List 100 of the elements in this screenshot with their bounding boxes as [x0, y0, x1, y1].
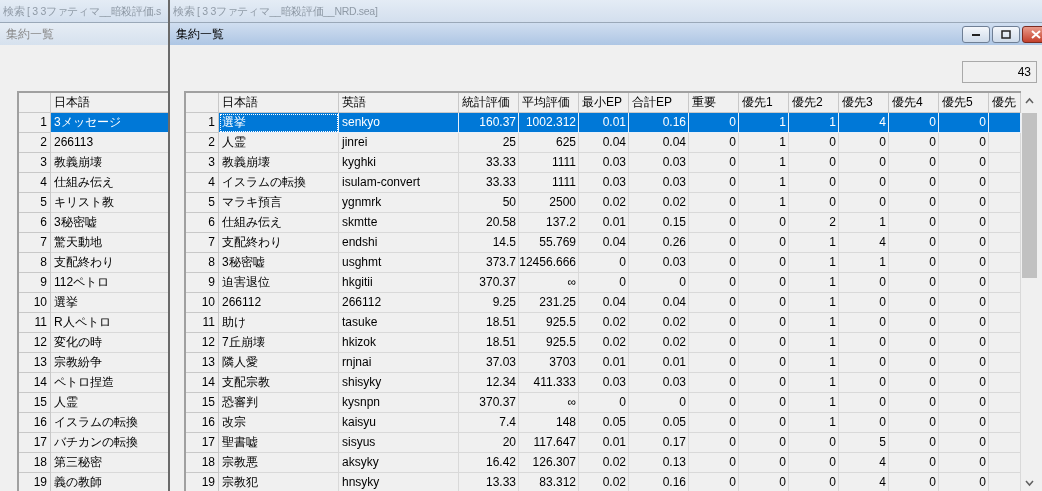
- table-row[interactable]: 16 改宗 kaisyu 7.4 148 0.05 0.05 0 0 1 0 0 0: [186, 413, 1021, 433]
- row-number: 18: [19, 453, 51, 473]
- row-number: 3: [19, 153, 51, 173]
- table-cell: 0.03: [579, 153, 629, 173]
- table-cell: 12456.666: [519, 253, 579, 273]
- count-field[interactable]: 43: [962, 61, 1037, 83]
- table-cell: 0: [789, 153, 839, 173]
- table-cell: 0: [789, 473, 839, 491]
- table-row[interactable]: 8 3秘密嘘 usghmt 373.7 12456.666 0 0.03 0 0 1 1 0 0: [186, 253, 1021, 273]
- table-row[interactable]: 3 教義崩壊 kyghki 33.33 1111 0.03 0.03 0 1 0 0 0 0: [186, 153, 1021, 173]
- column-header[interactable]: 日本語: [219, 93, 339, 113]
- table-row[interactable]: 11 R人ペトロ: [19, 313, 168, 333]
- column-header[interactable]: 優先: [989, 93, 1021, 113]
- column-header[interactable]: 優先3: [839, 93, 889, 113]
- table-cell: 0: [689, 113, 739, 133]
- window-title: 検索 [ 3 3ファティマ__暗殺評価__NRD.sea]: [170, 0, 1042, 23]
- table-cell: 0: [939, 133, 989, 153]
- table-cell: 宗教悪: [219, 453, 339, 473]
- table-row[interactable]: 4 イスラムの転換 isulam-convert 33.33 1111 0.03 0.03 0 1 0 0 0 0: [186, 173, 1021, 193]
- table-cell: 1111: [519, 173, 579, 193]
- table-row[interactable]: 14 支配宗教 shisyky 12.34 411.333 0.03 0.03 0 0 1 0 0 0: [186, 373, 1021, 393]
- table-row[interactable]: 14 ペトロ捏造: [19, 373, 168, 393]
- column-header[interactable]: 優先4: [889, 93, 939, 113]
- row-number: 10: [186, 293, 219, 313]
- table-cell: tasuke: [339, 313, 459, 333]
- column-header[interactable]: 優先5: [939, 93, 989, 113]
- table-row[interactable]: 1 3メッセージ: [19, 113, 168, 133]
- table-cell: 0: [689, 153, 739, 173]
- table-cell: 4: [839, 453, 889, 473]
- column-header[interactable]: 最小EP: [579, 93, 629, 113]
- table-row[interactable]: 12 7丘崩壊 hkizok 18.51 925.5 0.02 0.02 0 0 1 0 0 0: [186, 333, 1021, 353]
- table-cell: 16.42: [459, 453, 519, 473]
- table-cell: 教義崩壊: [219, 153, 339, 173]
- column-header[interactable]: 合計EP: [629, 93, 689, 113]
- table-row[interactable]: 2 人霊 jinrei 25 625 0.04 0.04 0 1 0 0 0 0: [186, 133, 1021, 153]
- row-number: 14: [19, 373, 51, 393]
- table-row[interactable]: 5 マラキ預言 ygnmrk 50 2500 0.02 0.02 0 1 0 0 0 0: [186, 193, 1021, 213]
- table-cell: 0: [739, 313, 789, 333]
- column-header[interactable]: 重要: [689, 93, 739, 113]
- column-header[interactable]: 統計評価: [459, 93, 519, 113]
- table-row[interactable]: 6 3秘密嘘: [19, 213, 168, 233]
- column-header[interactable]: 日本語: [51, 93, 168, 113]
- table-cell: 0.26: [629, 233, 689, 253]
- minimize-button[interactable]: [962, 25, 990, 43]
- table-cell: 0.05: [579, 413, 629, 433]
- table-cell: 0.03: [629, 373, 689, 393]
- close-icon: [1031, 29, 1041, 39]
- table-cell: 1: [789, 353, 839, 373]
- table-cell: sisyus: [339, 433, 459, 453]
- table-row[interactable]: 18 宗教悪 aksyky 16.42 126.307 0.02 0.13 0 0 0 4 0 0: [186, 453, 1021, 473]
- table-row[interactable]: 9 112ペトロ: [19, 273, 168, 293]
- table-cell: 0: [739, 233, 789, 253]
- table-row[interactable]: 13 隣人愛 rnjnai 37.03 3703 0.01 0.01 0 0 1 0 0 0: [186, 353, 1021, 373]
- table-row[interactable]: 5 キリスト教: [19, 193, 168, 213]
- table-row[interactable]: 17 バチカンの転換: [19, 433, 168, 453]
- table-row[interactable]: 4 仕組み伝え: [19, 173, 168, 193]
- table-row[interactable]: 1 選挙 senkyo 160.37 1002.312 0.01 0.16 0 1 1 4 0 0: [186, 113, 1021, 133]
- table-row[interactable]: 7 驚天動地: [19, 233, 168, 253]
- table-cell: 0.01: [579, 353, 629, 373]
- table-cell: 0: [839, 393, 889, 413]
- table-cell: 0.02: [579, 473, 629, 491]
- table-cell: 1: [739, 153, 789, 173]
- table-row[interactable]: 11 助け tasuke 18.51 925.5 0.02 0.02 0 0 1 0 0 0: [186, 313, 1021, 333]
- table-row[interactable]: 18 第三秘密: [19, 453, 168, 473]
- table-row[interactable]: 16 イスラムの転換: [19, 413, 168, 433]
- column-header[interactable]: 優先2: [789, 93, 839, 113]
- table-cell: 0.15: [629, 213, 689, 233]
- table-row[interactable]: 12 変化の時: [19, 333, 168, 353]
- column-header[interactable]: 平均評価: [519, 93, 579, 113]
- table-row[interactable]: 3 教義崩壊: [19, 153, 168, 173]
- table-row[interactable]: 10 選挙: [19, 293, 168, 313]
- table-cell: 0: [839, 133, 889, 153]
- row-number: 16: [19, 413, 51, 433]
- column-header[interactable]: 優先1: [739, 93, 789, 113]
- table-cell: 137.2: [519, 213, 579, 233]
- row-number: 2: [19, 133, 51, 153]
- table-row[interactable]: 15 恐審判 kysnpn 370.37 ∞ 0 0 0 0 1 0 0 0: [186, 393, 1021, 413]
- maximize-button[interactable]: [992, 25, 1020, 43]
- table-row[interactable]: 19 宗教犯 hnsyky 13.33 83.312 0.02 0.16 0 0 0 4 0 0: [186, 473, 1021, 491]
- table-row[interactable]: 10 266112 266112 9.25 231.25 0.04 0.04 0 0 1 0 0 0: [186, 293, 1021, 313]
- table-row[interactable]: 8 支配終わり: [19, 253, 168, 273]
- close-button[interactable]: [1022, 25, 1042, 43]
- column-header[interactable]: 英語: [339, 93, 459, 113]
- table-cell: 0: [689, 433, 739, 453]
- table-cell: 1: [739, 133, 789, 153]
- table-row[interactable]: 9 迫害退位 hkgitii 370.37 ∞ 0 0 0 0 1 0 0 0: [186, 273, 1021, 293]
- table-cell: 411.333: [519, 373, 579, 393]
- table-row[interactable]: 17 聖書嘘 sisyus 20 117.647 0.01 0.17 0 0 0 5 0 0: [186, 433, 1021, 453]
- table-row[interactable]: 7 支配終わり endshi 14.5 55.769 0.04 0.26 0 0 1 4 0 0: [186, 233, 1021, 253]
- table-cell: kysnpn: [339, 393, 459, 413]
- table-cell: 支配終わり: [51, 253, 168, 273]
- table-row[interactable]: 15 人霊: [19, 393, 168, 413]
- table-row[interactable]: 13 宗教紛争: [19, 353, 168, 373]
- minimize-icon: [971, 31, 981, 37]
- table-row[interactable]: 2 266113: [19, 133, 168, 153]
- table-row[interactable]: 19 義の教師: [19, 473, 168, 491]
- table-row[interactable]: 6 仕組み伝え skmtte 20.58 137.2 0.01 0.15 0 0 2 1 0 0: [186, 213, 1021, 233]
- table-cell: 0: [739, 213, 789, 233]
- row-number: 10: [19, 293, 51, 313]
- table-cell: 266112: [219, 293, 339, 313]
